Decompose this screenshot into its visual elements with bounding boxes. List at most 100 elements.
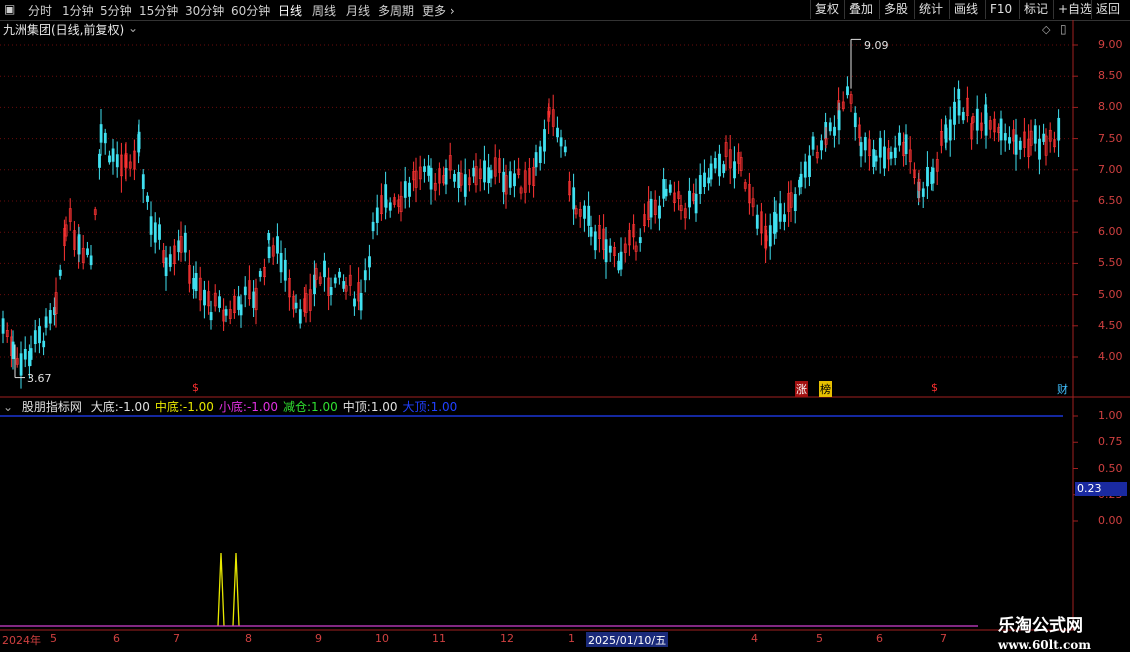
candle-body bbox=[768, 225, 772, 247]
candle-body bbox=[33, 330, 37, 345]
candle-body bbox=[279, 252, 283, 273]
candle-body bbox=[722, 164, 726, 174]
candle-body bbox=[29, 348, 33, 360]
price-tick-label: 8.50 bbox=[1098, 69, 1123, 83]
candle-body bbox=[403, 181, 407, 198]
candle-body bbox=[333, 277, 337, 284]
cai-marker[interactable]: 财 bbox=[1057, 381, 1068, 397]
watermark-title: 乐淘公式网 bbox=[998, 616, 1083, 636]
price-tick-label: 6.50 bbox=[1098, 194, 1123, 207]
candle-body bbox=[1057, 117, 1061, 141]
candle-body bbox=[23, 348, 27, 360]
chevron-down-icon[interactable]: ⌄ bbox=[3, 400, 13, 414]
candle-body bbox=[921, 188, 925, 197]
candle-body bbox=[649, 198, 653, 218]
indicator-tick-label: 0.50 bbox=[1098, 461, 1123, 475]
candle-body bbox=[718, 153, 721, 177]
candle-body bbox=[811, 136, 815, 150]
candle-body bbox=[543, 129, 546, 152]
candle-body bbox=[252, 291, 256, 308]
price-tick-label: 7.50 bbox=[1098, 131, 1123, 145]
low-price-label: 3.67 bbox=[27, 372, 52, 385]
candle-body bbox=[115, 154, 119, 168]
candle-body bbox=[323, 260, 326, 278]
candle-body bbox=[1014, 134, 1018, 155]
candle-body bbox=[146, 195, 149, 202]
candle-body bbox=[944, 127, 948, 143]
candle-body bbox=[589, 227, 593, 237]
date-label: 11 bbox=[432, 632, 446, 645]
date-label: 7 bbox=[173, 632, 180, 645]
bang-marker[interactable]: 榜 bbox=[819, 381, 832, 397]
price-tick-label: 4.50 bbox=[1098, 318, 1123, 332]
price-tick-label: 8.00 bbox=[1098, 100, 1123, 114]
candle-body bbox=[371, 221, 375, 232]
indicator-tick-label: 0.75 bbox=[1098, 435, 1123, 449]
candle-body bbox=[984, 112, 988, 136]
candle-body bbox=[534, 152, 538, 168]
candle-body bbox=[86, 248, 89, 255]
candle-body bbox=[904, 134, 908, 155]
kline-chart[interactable] bbox=[0, 0, 1130, 650]
candle-body bbox=[58, 269, 62, 276]
candle-body bbox=[342, 281, 346, 289]
candle-body bbox=[538, 146, 542, 163]
indicator-field: 小底:-1.00 bbox=[218, 400, 279, 414]
candle-body bbox=[1018, 140, 1022, 150]
candle-body bbox=[617, 260, 621, 271]
candle-body bbox=[662, 179, 666, 199]
candle-body bbox=[1038, 138, 1041, 160]
candle-body bbox=[664, 188, 668, 197]
candle-body bbox=[874, 155, 878, 162]
candle-body bbox=[593, 231, 597, 251]
candle-body bbox=[833, 126, 836, 136]
candle-body bbox=[237, 296, 241, 310]
date-label: 9 bbox=[315, 632, 322, 645]
candle-body bbox=[975, 108, 979, 131]
indicator-spike bbox=[217, 552, 225, 627]
dollar-marker[interactable]: $ bbox=[192, 381, 199, 394]
candle-body bbox=[878, 137, 882, 158]
candle-body bbox=[889, 151, 893, 159]
indicator-field: 大底:-1.00 bbox=[90, 400, 150, 414]
candle-body bbox=[926, 166, 929, 187]
candle-body bbox=[239, 304, 243, 316]
zhang-marker[interactable]: 涨 bbox=[795, 381, 808, 397]
candle-body bbox=[19, 353, 23, 376]
indicator-name[interactable]: 股朋指标网 bbox=[22, 400, 82, 414]
candle-body bbox=[872, 149, 876, 167]
candle-body bbox=[1042, 133, 1046, 142]
candle-body bbox=[177, 240, 181, 253]
candle-body bbox=[489, 170, 493, 179]
candle-body bbox=[953, 101, 956, 125]
candle-body bbox=[98, 153, 101, 168]
candle-body bbox=[948, 119, 952, 141]
candle-body bbox=[294, 302, 298, 309]
candle-body bbox=[388, 202, 392, 211]
candle-body bbox=[224, 309, 228, 316]
candle-body bbox=[183, 232, 187, 253]
date-label: 12 bbox=[500, 632, 514, 645]
date-label: 4 bbox=[751, 632, 758, 645]
price-tick-label: 5.50 bbox=[1098, 256, 1123, 270]
candle-body bbox=[359, 293, 363, 311]
candle-body bbox=[1008, 137, 1011, 144]
candle-body bbox=[267, 232, 271, 241]
candle-body bbox=[472, 167, 476, 177]
indicator-tick-label: 1.00 bbox=[1098, 409, 1123, 422]
candle-body bbox=[137, 131, 141, 149]
candle-body bbox=[375, 207, 379, 223]
candle-body bbox=[353, 298, 356, 307]
candle-body bbox=[363, 270, 367, 281]
indicator-tick-label: 0.00 bbox=[1098, 514, 1123, 527]
dollar-marker[interactable]: $ bbox=[931, 381, 938, 394]
candle-body bbox=[408, 182, 411, 197]
candle-body bbox=[429, 167, 433, 190]
candle-body bbox=[513, 173, 516, 187]
candle-body bbox=[778, 203, 782, 222]
candle-body bbox=[1033, 125, 1037, 144]
candle-body bbox=[298, 309, 302, 324]
candle-body bbox=[793, 194, 797, 212]
candle-body bbox=[89, 255, 93, 266]
candle-body bbox=[559, 137, 563, 147]
